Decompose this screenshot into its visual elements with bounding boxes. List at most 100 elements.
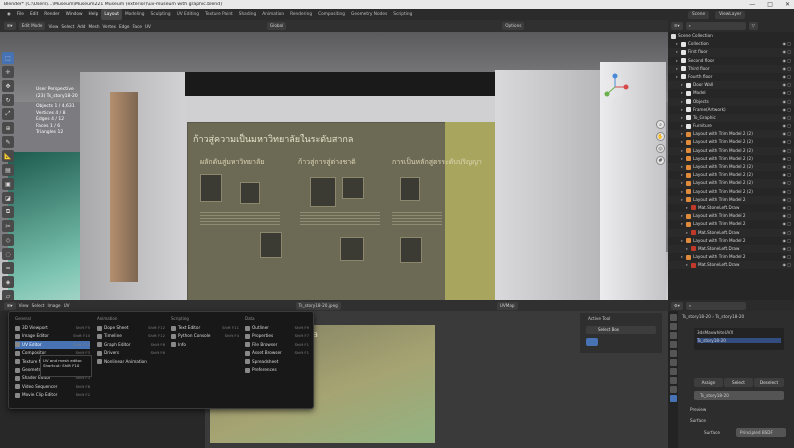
select-box-icon[interactable]: ⬚ — [2, 52, 14, 64]
object-tab-icon[interactable] — [669, 368, 677, 375]
filter-icon[interactable]: ▽ — [748, 22, 758, 30]
move-icon[interactable]: ✥ — [2, 80, 14, 92]
menu-window[interactable]: Window — [63, 9, 86, 20]
workspace-tab-rendering[interactable]: Rendering — [287, 9, 315, 20]
shrink-icon[interactable]: ◈ — [2, 276, 14, 288]
outliner-row[interactable]: ▸ Layout with Trim Model 2 (2) ◉ ▢ — [668, 146, 794, 155]
menu-item-asset-browser[interactable]: Asset Browser Shift F1 — [245, 349, 309, 357]
workspace-tab-layout[interactable]: Layout — [101, 9, 122, 20]
viewport-menu-mesh[interactable]: Mesh — [88, 24, 99, 29]
visibility-eye-icon[interactable]: ◉ ▢ — [782, 65, 791, 73]
navigation-gizmo[interactable] — [595, 72, 635, 102]
visibility-eye-icon[interactable]: ◉ ▢ — [782, 130, 791, 138]
visibility-eye-icon[interactable]: ◉ ▢ — [782, 40, 791, 48]
cursor-icon[interactable]: ✛ — [2, 66, 14, 78]
outliner-row[interactable]: ▸ Frame(Artwork) ◉ ▢ — [668, 106, 794, 114]
menu-file[interactable]: File — [14, 9, 27, 20]
modifier-tab-icon[interactable] — [669, 377, 677, 384]
visibility-eye-icon[interactable]: ◉ ▢ — [782, 253, 791, 261]
transform-icon[interactable]: ⊕ — [2, 122, 14, 134]
visibility-eye-icon[interactable]: ◉ ▢ — [782, 220, 791, 228]
menu-item-python-console[interactable]: Python Console Shift F4 — [171, 332, 239, 340]
visibility-eye-icon[interactable]: ◉ ▢ — [782, 73, 791, 81]
menu-item-3d-viewport[interactable]: 3D Viewport Shift F5 — [15, 324, 90, 332]
menu-item-movie-clip-editor[interactable]: Movie Clip Editor Shift F2 — [15, 391, 90, 399]
workspace-tab-geometry-nodes[interactable]: Geometry Nodes — [348, 9, 390, 20]
visibility-eye-icon[interactable]: ◉ ▢ — [782, 212, 791, 220]
viewport-menu-uv[interactable]: UV — [145, 24, 151, 29]
menu-item-timeline[interactable]: Timeline Shift F12 — [97, 332, 165, 340]
visibility-eye-icon[interactable]: ◉ ▢ — [782, 245, 791, 253]
outliner-row[interactable]: ▸ Layout with Trim Model 2 (2) ◉ ▢ — [668, 188, 794, 196]
outliner-search-input[interactable]: ⌕ — [685, 22, 746, 30]
tool-tab-icon[interactable] — [669, 314, 677, 321]
outliner-row[interactable]: ▸ Objects ◉ ▢ — [668, 97, 794, 106]
editor-type-button[interactable]: ⚙▾ — [671, 301, 683, 310]
outliner-row[interactable]: ▸ Layout with Trim Model 2 (2) ◉ ▢ — [668, 138, 794, 146]
pan-hand-icon[interactable]: ✋ — [656, 132, 665, 141]
world-tab-icon[interactable] — [669, 359, 677, 366]
grid-icon[interactable]: # — [656, 156, 665, 165]
uv-map-item-active[interactable]: Ts_story18-20 — [697, 338, 781, 343]
menu-item-image-editor[interactable]: Image Editor Shift F10 — [15, 332, 90, 340]
active-tool-field[interactable]: Select Box — [586, 326, 656, 334]
workspace-tab-uv-editing[interactable]: UV Editing — [174, 9, 202, 20]
outliner-row[interactable]: ▸ Layout with Trim Model 2 (2) ◉ ▢ — [668, 171, 794, 179]
visibility-eye-icon[interactable]: ◉ ▢ — [782, 229, 791, 237]
uv-map-selector[interactable]: UVMap — [496, 301, 518, 310]
extrude-icon[interactable]: ▤ — [2, 164, 14, 176]
measure-icon[interactable]: 📐 — [2, 150, 14, 162]
outliner-row[interactable]: ▸ Layout with Trim Model 2 (2) ◉ ▢ — [668, 130, 794, 139]
uv-menu-view[interactable]: View — [19, 303, 29, 308]
outliner-row[interactable]: ▸ Layout with Trim Model 2 ◉ ▢ — [668, 195, 794, 204]
visibility-eye-icon[interactable]: ◉ ▢ — [782, 196, 791, 204]
visibility-eye-icon[interactable]: ◉ ▢ — [782, 179, 791, 187]
render-tab-icon[interactable] — [669, 323, 677, 330]
viewport-menu-face[interactable]: Face — [133, 24, 142, 29]
select-button[interactable]: Select — [724, 378, 753, 387]
outliner-row[interactable]: ▸ To_Graphic ◉ ▢ — [668, 113, 794, 123]
scene-tab-icon[interactable] — [669, 350, 677, 357]
viewport-options-button[interactable]: Options — [502, 22, 525, 30]
workspace-tab-modeling[interactable]: Modeling — [122, 9, 148, 20]
outliner-row[interactable]: ▸ Layout with Trim Model 2 (2) ◉ ▢ — [668, 155, 794, 163]
outliner-row[interactable]: ▸ Mat.StoneLeft.Draw ◉ ▢ — [668, 228, 794, 237]
outliner-row[interactable]: ▸ Third floor ◉ ▢ — [668, 64, 794, 73]
polybuild-icon[interactable]: ◇ — [2, 234, 14, 246]
outliner-row[interactable]: ▸ Furniture ◉ ▢ — [668, 122, 794, 130]
camera-icon[interactable]: ◎ — [656, 144, 665, 153]
visibility-eye-icon[interactable]: ◉ ▢ — [782, 163, 791, 171]
outliner-row[interactable]: ▸ Mat.StoneLeft.Draw ◉ ▢ — [668, 261, 794, 270]
visibility-eye-icon[interactable]: ◉ ▢ — [782, 98, 791, 106]
smooth-icon[interactable]: ≈ — [2, 262, 14, 274]
visibility-eye-icon[interactable]: ◉ ▢ — [782, 114, 791, 122]
visibility-eye-icon[interactable]: ◉ ▢ — [782, 81, 791, 89]
outliner-row[interactable]: ▸ Model ◉ ▢ — [668, 89, 794, 97]
visibility-eye-icon[interactable]: ◉ ▢ — [782, 138, 791, 146]
menu-item-text-editor[interactable]: Text Editor Shift F11 — [171, 324, 239, 332]
uv-menu-image[interactable]: Image — [47, 303, 60, 308]
workspace-tab-compositing[interactable]: Compositing — [315, 9, 348, 20]
preview-section[interactable]: Preview — [690, 407, 706, 412]
outliner-row[interactable]: ▸ Layout with Trim Model 2 (2) ◉ ▢ — [668, 179, 794, 188]
menu-item-nonlinear-animation[interactable]: Nonlinear Animation — [97, 358, 165, 366]
menu-item-graph-editor[interactable]: Graph Editor Shift F6 — [97, 341, 165, 349]
outliner-row[interactable]: ▸ Layout with Trim Model 2 ◉ ▢ — [668, 220, 794, 228]
workspace-tab-shading[interactable]: Shading — [236, 9, 259, 20]
visibility-eye-icon[interactable]: ◉ ▢ — [782, 171, 791, 179]
knife-icon[interactable]: ✂ — [2, 220, 14, 232]
uv-map-item[interactable]: 3dsMaxwhiteUVX — [697, 330, 733, 335]
outliner-row[interactable]: ▸ Layout with Trim Model 2 (2) ◉ ▢ — [668, 163, 794, 172]
outliner-row-scene-collection[interactable]: Scene Collection — [668, 32, 794, 40]
view-layer-selector[interactable]: ViewLayer — [715, 10, 746, 19]
outliner-row[interactable]: ▸ Collection ◉ ▢ — [668, 40, 794, 48]
uv-menu-select[interactable]: Select — [32, 303, 45, 308]
surface-section[interactable]: Surface — [690, 418, 706, 423]
loopcut-icon[interactable]: ⧉ — [2, 206, 14, 218]
visibility-eye-icon[interactable]: ◉ ▢ — [782, 237, 791, 245]
inset-icon[interactable]: ▣ — [2, 178, 14, 190]
workspace-tab-animation[interactable]: Animation — [259, 9, 287, 20]
editor-type-button[interactable]: ⊞▾ — [4, 301, 16, 310]
outliner-row[interactable]: ▸ Door Wall ◉ ▢ — [668, 81, 794, 90]
outliner-row[interactable]: ▸ Layout with Trim Model 2 ◉ ▢ — [668, 237, 794, 245]
